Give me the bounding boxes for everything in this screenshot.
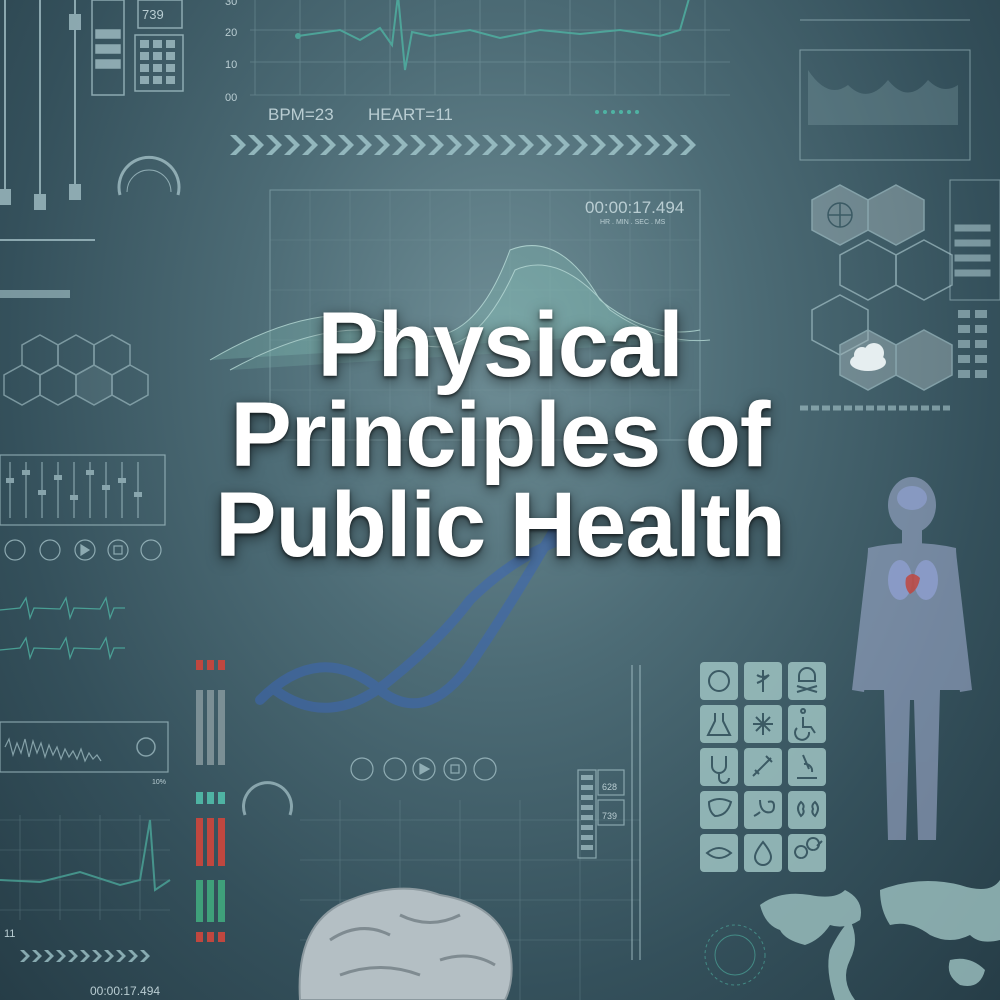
meter-value-2: 739 [602,811,617,821]
ecg-small-left [0,596,125,661]
heart-readout: HEART=11 [368,105,453,124]
dial-gauge-top [117,155,181,196]
ecg-chart-top [250,0,730,96]
meter-value-1: 628 [602,782,617,792]
keypad-widget [91,0,184,96]
world-map [760,880,1000,1000]
waveform-display [0,721,169,773]
title-line-1: Physical [317,294,683,396]
ecg-grid-bottom-left [0,815,171,920]
scale-10: 10 [225,59,237,71]
timer-main: 00:00:17.494 [585,198,684,217]
media-controls-center [350,757,497,781]
wave-percent: 10% [152,779,166,786]
timer-units: HR . MIN . SEC . MS [600,219,666,226]
status-dots [595,110,639,114]
scale-30: 30 [225,0,237,8]
keypad-value: 739 [142,7,164,22]
level-bars [196,660,225,942]
dial-gauge-bottom [242,781,293,816]
brain-illustration [298,887,513,1000]
chevron-strip-top [230,135,696,155]
slider-panel [0,0,95,241]
title-line-3: Public Health [215,474,786,577]
radar-rings [704,924,766,986]
timer-bottom: 00:00:17.494 [90,984,160,998]
globe-icon [827,202,853,228]
bpm-readout: BPM=23 [268,105,334,124]
stripe-bar-left [0,290,70,298]
scale-00: 00 [225,92,237,104]
medical-icon-grid [700,662,826,872]
scale-20: 20 [225,27,237,39]
counter-left: 11 [4,928,15,940]
cover-image: 739 30 20 10 00 BPM=23 HEART=11 00:00:17… [0,0,1000,1000]
title-line-2: Principles of [230,384,770,487]
topology-panel [799,19,971,161]
chevron-strip-bottom [20,950,150,962]
page-title: Physical Principles of Public Health [0,294,1000,577]
